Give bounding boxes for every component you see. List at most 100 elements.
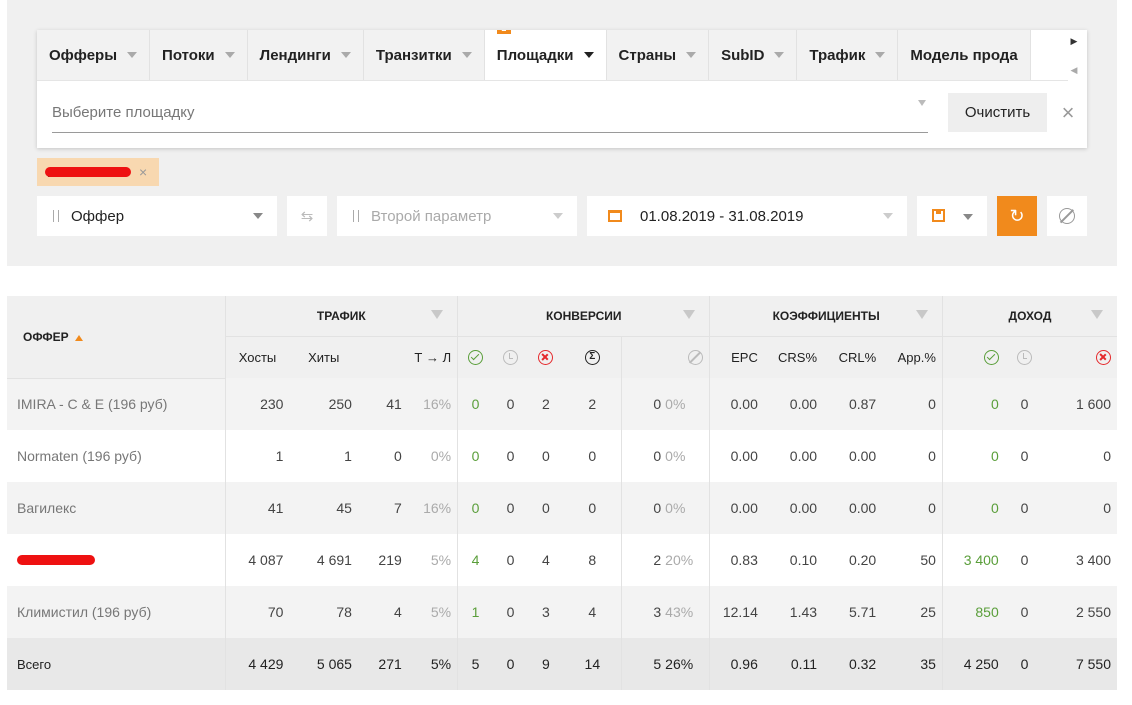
chip-remove-icon[interactable]: ×	[139, 164, 147, 180]
scroll-right-icon[interactable]: ▶	[1071, 36, 1078, 47]
sum-header[interactable]: Σ	[563, 336, 622, 378]
cell-crl: 5.71	[823, 586, 883, 638]
cell-i-ok: 0	[941, 378, 1005, 430]
cell-hits: 1	[289, 430, 358, 482]
cell-crl: 0.00	[823, 430, 883, 482]
offer-name-cell[interactable]: IMIRA - C & E (196 руб)	[7, 378, 226, 430]
tab-7[interactable]: Трафик	[797, 30, 899, 80]
tab-1[interactable]: Потоки	[150, 30, 248, 80]
offer-name-cell[interactable]	[7, 534, 226, 586]
tl-header[interactable]: Т → Л	[357, 336, 458, 378]
traffic-header-label: ТРАФИК	[316, 308, 366, 323]
cell-tl: 7	[357, 482, 408, 534]
cell-c-ok: 0	[457, 482, 493, 534]
first-param-select[interactable]: Оффер	[37, 196, 277, 236]
cell-hits: 45	[289, 482, 358, 534]
offer-name-cell[interactable]: Вагилекс	[7, 482, 226, 534]
crs-header[interactable]: CRS%	[763, 336, 824, 378]
stats-table: ОФФЕР ТРАФИК КОНВЕРСИИ КОЭФФИЦИЕНТЫ ДОХО…	[7, 296, 1117, 690]
tab-5[interactable]: Страны	[606, 30, 710, 80]
clock-icon	[1016, 350, 1032, 366]
cell-crs: 0.00	[763, 378, 824, 430]
cell-epc: 12.14	[709, 586, 764, 638]
clear-button[interactable]: Очистить	[948, 93, 1047, 132]
second-param-select[interactable]: Второй параметр	[337, 196, 577, 236]
filter-tabs: Офферы Потоки Лендинги Транзитки Площадки 1 Ст…	[37, 30, 1068, 81]
epc-header[interactable]: EPC	[709, 336, 764, 378]
tab-scroll-arrows[interactable]: ▶ ◀	[1067, 36, 1081, 76]
offer-column-header[interactable]: ОФФЕР	[7, 296, 226, 379]
filter-icon[interactable]	[1091, 310, 1103, 319]
x-circle-icon	[1096, 350, 1111, 366]
tab-label: Лендинги	[259, 46, 331, 64]
cell-i-ok: 0	[941, 430, 1005, 482]
cell-tl-pct: 5%	[407, 638, 458, 690]
cell-crs: 0.10	[763, 534, 824, 586]
cell-c-sum: 2	[563, 378, 622, 430]
filter-card: Офферы Потоки Лендинги Транзитки Площадки 1 Ст…	[37, 30, 1087, 148]
cell-epc: 0.96	[709, 638, 764, 690]
tab-label: Страны	[618, 46, 677, 64]
tab-count-badge: 1	[496, 30, 511, 34]
second-param-placeholder: Второй параметр	[371, 207, 492, 225]
cell-epc: 0.00	[709, 430, 764, 482]
tab-2[interactable]: Лендинги	[247, 30, 364, 80]
date-range-picker[interactable]: 01.08.2019 - 31.08.2019	[587, 196, 907, 236]
filter-icon[interactable]	[683, 310, 696, 319]
tab-label: SubID	[721, 46, 765, 64]
filter-icon[interactable]	[431, 310, 444, 319]
tab-4[interactable]: Площадки 1	[484, 30, 607, 80]
tab-0[interactable]: Офферы	[37, 30, 151, 80]
scroll-left-icon[interactable]: ◀	[1071, 65, 1078, 76]
chevron-down-icon	[253, 213, 263, 219]
offer-header-label: ОФФЕР	[23, 329, 69, 344]
trash-header[interactable]	[621, 336, 710, 378]
income-rejected-header[interactable]	[1044, 336, 1117, 378]
cell-tl-pct: 5%	[407, 586, 458, 638]
chevron-down-icon	[340, 52, 351, 58]
cell-tl-pct: 0%	[407, 430, 458, 482]
offer-name-cell[interactable]: Климистил (196 руб)	[7, 586, 226, 638]
tab-8[interactable]: Модель прода	[898, 30, 1031, 80]
cell-i-ok: 3 400	[941, 534, 1005, 586]
chevron-down-icon	[918, 100, 926, 106]
approved-header[interactable]	[457, 336, 493, 378]
swap-icon: ⇆	[300, 208, 314, 225]
coefficients-group-header: КОЭФФИЦИЕНТЫ	[709, 296, 943, 337]
cell-hosts: 230	[224, 378, 290, 430]
cell-i-wait: 0	[1004, 638, 1045, 690]
income-pending-header[interactable]	[1004, 336, 1045, 378]
cell-hits: 250	[289, 378, 358, 430]
cell-crs: 0.00	[763, 482, 824, 534]
cell-c-rej: 3	[528, 586, 564, 638]
redacted-mark	[17, 555, 95, 565]
cell-c-ok: 0	[457, 378, 493, 430]
cell-i-rej: 7 550	[1044, 638, 1117, 690]
refresh-button[interactable]: ↻	[997, 196, 1037, 236]
pending-header[interactable]	[492, 336, 529, 378]
income-approved-header[interactable]	[941, 336, 1005, 378]
tab-6[interactable]: SubID	[709, 30, 798, 80]
tab-label: Модель прода	[910, 46, 1018, 64]
rejected-header[interactable]	[528, 336, 564, 378]
site-select[interactable]: Выберите площадку	[52, 92, 928, 133]
cell-hits: 78	[289, 586, 358, 638]
reset-button[interactable]	[1047, 196, 1087, 236]
crl-header[interactable]: CRL%	[823, 336, 883, 378]
cell-c-trash-pct: 43%	[663, 586, 710, 638]
cell-app: 25	[882, 586, 943, 638]
save-report-button[interactable]	[917, 196, 987, 236]
chevron-down-icon	[963, 214, 973, 220]
close-icon[interactable]: ×	[1058, 102, 1078, 124]
app-header[interactable]: App.%	[882, 336, 943, 378]
cell-i-ok: 0	[941, 482, 1005, 534]
tab-label: Площадки	[496, 46, 574, 64]
filter-icon[interactable]	[915, 310, 928, 319]
swap-params-button[interactable]: ⇆	[287, 196, 327, 236]
coefficients-header-label: КОЭФФИЦИЕНТЫ	[772, 308, 880, 323]
offer-name-cell[interactable]: Normaten (196 руб)	[7, 430, 226, 482]
hosts-header[interactable]: Хосты	[224, 336, 290, 378]
hits-header[interactable]: Хиты	[289, 336, 358, 378]
selected-site-chip: В ×	[37, 158, 159, 186]
tab-3[interactable]: Транзитки	[363, 30, 485, 80]
